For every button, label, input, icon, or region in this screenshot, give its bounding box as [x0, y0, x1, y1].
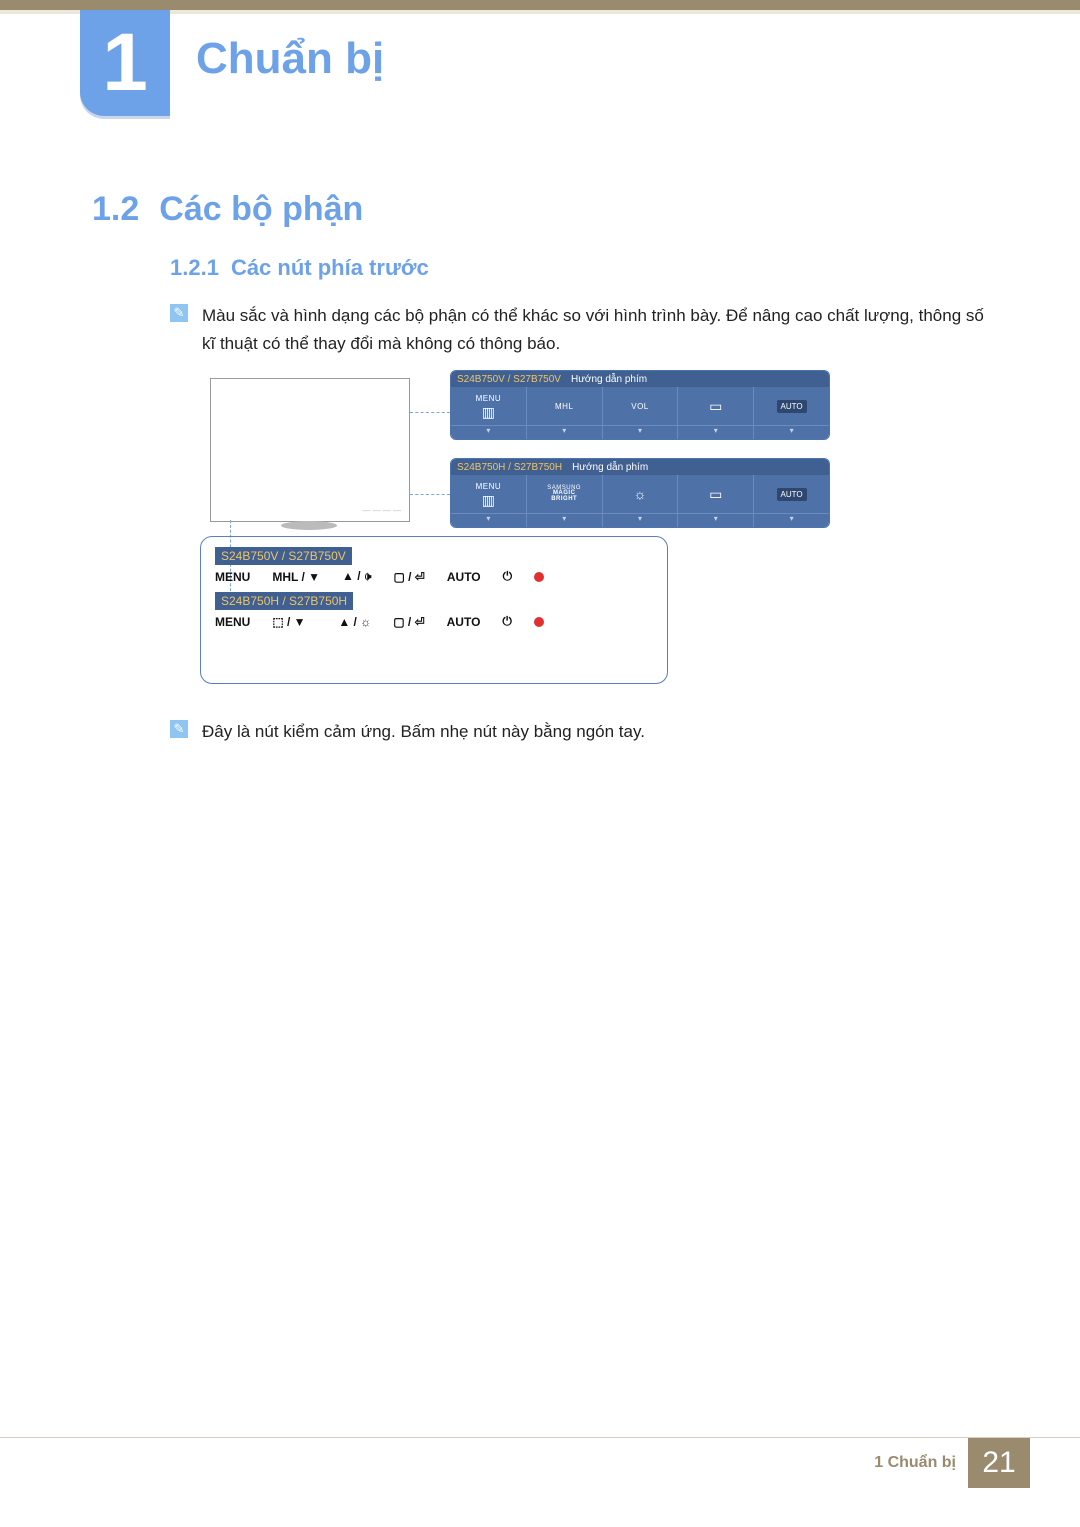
subsection-number: 1.2.1	[170, 255, 219, 280]
section-title: Các bộ phận	[159, 190, 363, 228]
chapter-number: 1	[102, 16, 148, 110]
footer-label: 1 Chuẩn bị	[874, 1454, 956, 1472]
subsection-title: Các nút phía trước	[231, 255, 429, 280]
button-magic-down: ⬚ / ▼	[272, 615, 316, 629]
section-number: 1.2	[92, 190, 139, 228]
panel-model: S24B750V / S27B750V	[215, 547, 352, 565]
chapter-number-box: 1	[80, 10, 170, 116]
monitor-label: — — — —	[362, 506, 401, 515]
auto-badge: AUTO	[777, 488, 807, 501]
osd-panel-h: S24B750H / S27B750H Hướng dẫn phím MENU …	[450, 458, 830, 528]
osd-cells: MENU ▥ SAMSUNG MAGIC BRIGHT ☼ ▭ AUTO	[451, 475, 829, 513]
osd-cell-source: ▭	[677, 475, 753, 513]
menu-icon: ▥	[482, 405, 495, 419]
subsection-heading: 1.2.1 Các nút phía trước	[170, 255, 429, 281]
section-heading: 1.2 Các bộ phận	[92, 190, 363, 229]
note-row: ✎ Đây là nút kiểm cảm ứng. Bấm nhẹ nút n…	[170, 718, 1000, 746]
button-power: ⏻	[503, 569, 513, 584]
osd-cell-menu: MENU ▥	[451, 475, 526, 513]
osd-cell-vol: VOL	[602, 387, 678, 425]
button-up-brightness: ▲ / ☼	[338, 615, 371, 629]
osd-cell-brightness: ☼	[602, 475, 678, 513]
led-icon	[534, 617, 544, 627]
note-icon: ✎	[170, 304, 188, 322]
osd-label: MHL	[555, 402, 573, 411]
magic-bright-label: SAMSUNG MAGIC BRIGHT	[547, 486, 581, 502]
source-icon: ▭	[709, 487, 722, 501]
button-source-enter: ▢ / ⏎	[393, 570, 424, 584]
connector-line	[410, 494, 450, 495]
button-source-enter: ▢ / ⏎	[393, 615, 424, 629]
led-icon	[534, 572, 544, 582]
button-auto: AUTO	[447, 570, 481, 584]
button-up-volume: ▲ / 🕩	[342, 569, 371, 584]
osd-cell-mhl: MHL	[526, 387, 602, 425]
monitor-stand-icon	[281, 521, 337, 530]
panel-row: MENU ⬚ / ▼ ▲ / ☼ ▢ / ⏎ AUTO ⏻	[215, 614, 653, 629]
source-icon: ▭	[709, 399, 722, 413]
osd-header: S24B750V / S27B750V Hướng dẫn phím	[451, 371, 829, 387]
connector-line	[410, 412, 450, 413]
osd-cell-menu: MENU ▥	[451, 387, 526, 425]
button-menu: MENU	[215, 570, 250, 584]
brightness-icon: ☼	[634, 487, 647, 501]
button-panel: S24B750V / S27B750V MENU MHL / ▼ ▲ / 🕩 ▢…	[200, 536, 668, 684]
note-text: Màu sắc và hình dạng các bộ phận có thể …	[202, 302, 1000, 358]
note-text: Đây là nút kiểm cảm ứng. Bấm nhẹ nút này…	[202, 718, 645, 746]
chapter-title: Chuẩn bị	[196, 34, 384, 84]
button-auto: AUTO	[447, 615, 481, 629]
osd-label: MENU	[476, 482, 502, 491]
monitor-figure: — — — —	[210, 378, 410, 522]
osd-arrows: ▾▾▾▾▾	[451, 513, 829, 528]
osd-label: VOL	[631, 402, 649, 411]
osd-arrows: ▾▾▾▾▾	[451, 425, 829, 440]
osd-label: MENU	[476, 394, 502, 403]
note-icon: ✎	[170, 720, 188, 738]
footer: 1 Chuẩn bị 21	[0, 1437, 1080, 1487]
panel-model: S24B750H / S27B750H	[215, 592, 353, 610]
note-row: ✎ Màu sắc và hình dạng các bộ phận có th…	[170, 302, 1000, 358]
button-mhl-down: MHL / ▼	[272, 570, 320, 584]
osd-cell-auto: AUTO	[753, 475, 829, 513]
osd-cell-source: ▭	[677, 387, 753, 425]
osd-cells: MENU ▥ MHL VOL ▭ AUTO	[451, 387, 829, 425]
osd-model: S24B750H / S27B750H	[457, 462, 562, 473]
menu-icon: ▥	[482, 493, 495, 507]
panel-row: MENU MHL / ▼ ▲ / 🕩 ▢ / ⏎ AUTO ⏻	[215, 569, 653, 584]
osd-guide: Hướng dẫn phím	[571, 374, 647, 385]
osd-cell-magic: SAMSUNG MAGIC BRIGHT	[526, 475, 602, 513]
osd-cell-auto: AUTO	[753, 387, 829, 425]
osd-panel-v: S24B750V / S27B750V Hướng dẫn phím MENU …	[450, 370, 830, 440]
auto-badge: AUTO	[777, 400, 807, 413]
button-power: ⏻	[502, 614, 512, 629]
button-menu: MENU	[215, 615, 250, 629]
osd-guide: Hướng dẫn phím	[572, 462, 648, 473]
footer-page: 21	[968, 1438, 1030, 1488]
osd-header: S24B750H / S27B750H Hướng dẫn phím	[451, 459, 829, 475]
osd-model: S24B750V / S27B750V	[457, 374, 561, 385]
